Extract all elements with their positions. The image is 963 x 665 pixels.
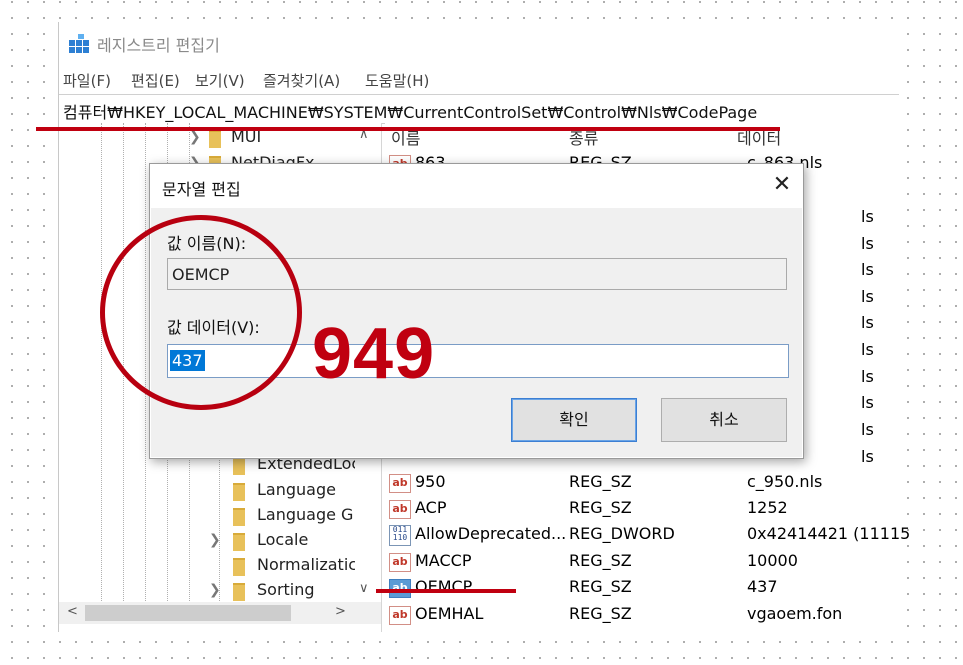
annotation-circle [100,215,302,410]
value-name: 950 [415,472,446,491]
chevron-right-icon[interactable]: ❯ [209,532,221,548]
value-data-fragment: ls [861,287,874,306]
value-data-fragment: ls [861,313,874,332]
menu-bar: 파일(F) 편집(E) 보기(V) 즐겨찾기(A) 도움말(H) [59,66,899,92]
chevron-right-icon[interactable]: ❯ [209,582,221,598]
value-type: REG_SZ [569,498,632,517]
annotation-underline-address [36,127,780,131]
folder-icon [233,533,245,551]
value-data: vgaoem.fon [747,604,843,623]
value-data: 10000 [747,551,798,570]
value-type: REG_SZ [569,472,632,491]
value-name: AllowDeprecated... [415,524,567,543]
value-type: REG_DWORD [569,524,675,543]
string-value-icon: ab [389,474,411,493]
value-type: REG_SZ [569,551,632,570]
folder-icon [233,457,245,475]
folder-icon [233,558,245,576]
list-row[interactable]: 011 110 AllowDeprecated... REG_DWORD 0x42… [385,522,910,548]
annotation-underline-oemhal [376,589,516,593]
tree-item-label: Language G [257,505,354,524]
tree-item-label: Language [257,480,336,499]
string-value-icon: ab [389,500,411,519]
list-row[interactable]: ab 950 REG_SZ c_950.nls [385,470,899,496]
value-data-fragment: ls [861,420,874,439]
folder-icon [209,130,221,148]
folder-icon [233,508,245,526]
value-name: ACP [415,498,447,517]
tree-item-label: Locale [257,530,309,549]
value-data-fragment: ls [861,393,874,412]
ok-button[interactable]: 확인 [511,398,637,442]
menu-file[interactable]: 파일(F) [63,70,111,91]
value-type: REG_SZ [569,604,632,623]
value-data: 1252 [747,498,788,517]
list-row-selected[interactable]: ab OEMCP REG_SZ 437 [385,575,899,601]
value-data-fragment: ls [861,447,874,466]
menu-favorites[interactable]: 즐겨찾기(A) [263,70,340,91]
value-data-fragment: ls [861,207,874,226]
tree-horizontal-scrollbar[interactable]: < > [59,602,381,624]
list-row[interactable]: ab ACP REG_SZ 1252 [385,496,899,522]
value-data: 437 [747,577,778,596]
tree-item-label: Sorting [257,580,315,599]
scrollbar-thumb[interactable] [85,605,291,621]
scroll-right-icon[interactable]: > [335,604,346,619]
value-data: 0x42414421 (11115 [747,524,911,543]
value-data: c_950.nls [747,472,823,491]
registry-app-icon [69,34,89,53]
value-data-fragment: ls [861,234,874,253]
list-row[interactable]: ab MACCP REG_SZ 10000 [385,549,899,575]
value-data-fragment: ls [861,367,874,386]
close-icon[interactable]: ✕ [770,172,794,197]
folder-icon [233,483,245,501]
value-data-fragment: ls [861,340,874,359]
string-value-icon: ab [389,553,411,572]
scroll-down-icon[interactable]: ∨ [359,581,369,596]
address-bar[interactable]: 컴퓨터₩HKEY_LOCAL_MACHINE₩SYSTEM₩CurrentCon… [59,94,899,124]
value-name: OEMHAL [415,604,484,623]
cancel-button[interactable]: 취소 [661,398,787,442]
annotation-text: 949 [312,314,436,394]
value-type: REG_SZ [569,577,632,596]
binary-value-icon: 011 110 [389,525,411,546]
list-row[interactable]: ab OEMHAL REG_SZ vgaoem.fon [385,602,899,628]
scroll-left-icon[interactable]: < [67,604,78,619]
window-title: 레지스트리 편집기 [97,36,220,55]
value-name: MACCP [415,551,472,570]
title-bar: 레지스트리 편집기 [59,22,899,62]
string-value-icon: ab [389,606,411,625]
menu-edit[interactable]: 편집(E) [131,70,180,91]
address-path[interactable]: 컴퓨터₩HKEY_LOCAL_MACHINE₩SYSTEM₩CurrentCon… [63,99,757,123]
folder-icon [233,583,245,601]
tree-item-label: Normalizatic [257,555,358,574]
value-data-fragment: ls [861,260,874,279]
value-name: OEMCP [415,577,473,596]
chevron-right-icon[interactable]: ❯ [189,129,201,145]
dialog-title: 문자열 편집 [162,180,241,199]
menu-view[interactable]: 보기(V) [195,70,245,91]
menu-help[interactable]: 도움말(H) [365,70,429,91]
